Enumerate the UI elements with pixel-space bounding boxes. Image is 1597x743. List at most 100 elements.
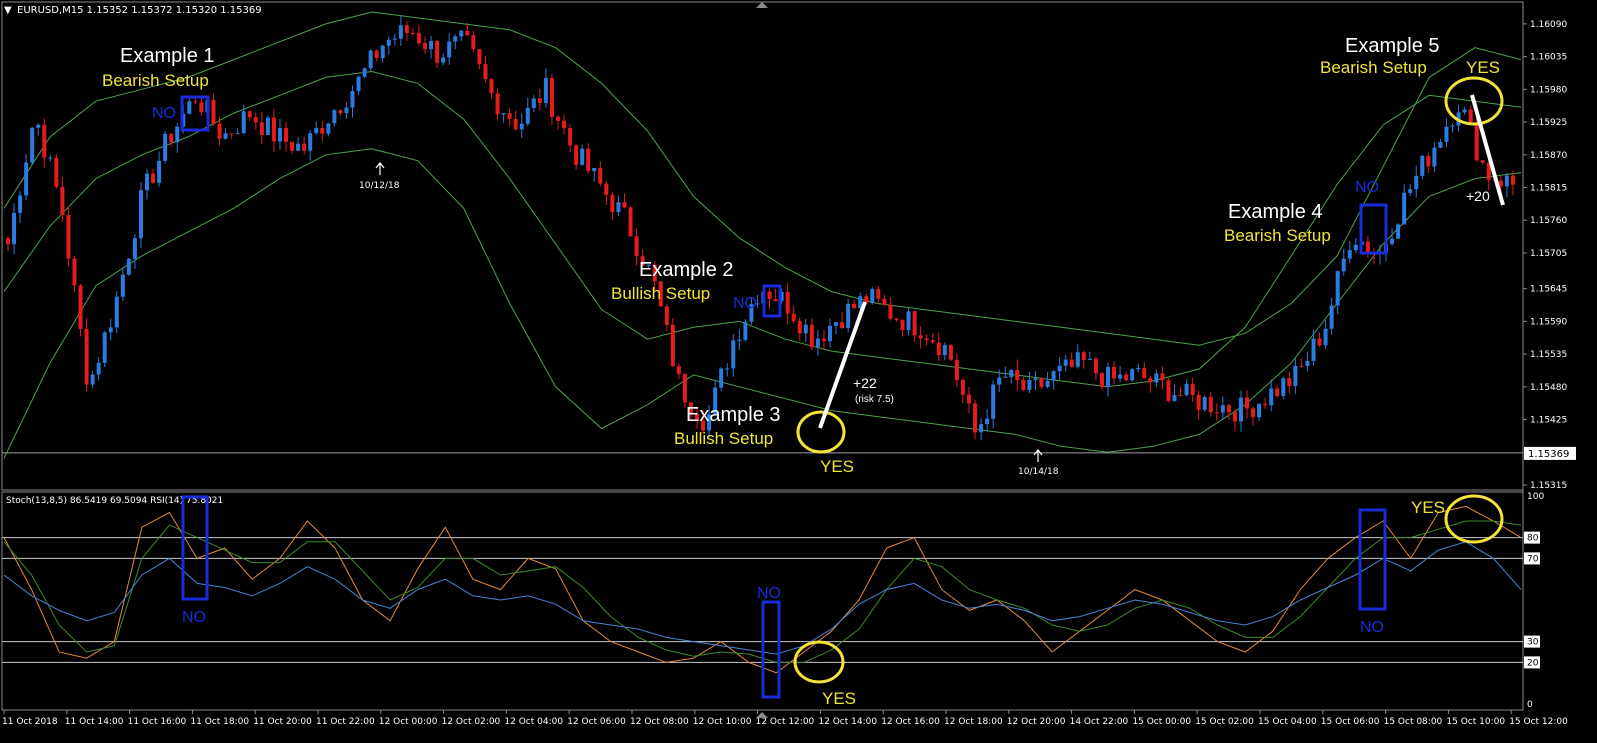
candle-body bbox=[628, 207, 633, 237]
candle-body bbox=[90, 374, 95, 385]
candle-body bbox=[1202, 397, 1207, 410]
candle-body bbox=[290, 141, 295, 151]
price-tick-label: 1.15870 bbox=[1530, 151, 1567, 161]
candle-body bbox=[1051, 371, 1056, 381]
candle-body bbox=[1220, 405, 1225, 413]
candle-body bbox=[791, 313, 796, 321]
candle-body bbox=[1069, 359, 1074, 367]
candle-body bbox=[108, 327, 113, 333]
example-5-gain: +20 bbox=[1466, 188, 1490, 204]
candle-body bbox=[1396, 224, 1401, 239]
stoch-mark-5: YES bbox=[1411, 498, 1445, 517]
candle-body bbox=[1287, 378, 1292, 386]
candle-body bbox=[356, 76, 361, 92]
stoch-mark-3: YES bbox=[822, 689, 856, 708]
candle-body bbox=[151, 173, 156, 183]
candle-body bbox=[483, 64, 488, 80]
candle-body bbox=[350, 91, 355, 108]
candle-body bbox=[622, 202, 627, 208]
candle-body bbox=[211, 99, 216, 124]
stoch-mark-2: NO bbox=[757, 585, 781, 602]
candle-body bbox=[96, 362, 101, 375]
price-tick-label: 1.15980 bbox=[1530, 85, 1567, 95]
candle-body bbox=[525, 107, 530, 124]
time-tick-label: 11 Oct 20:00 bbox=[253, 717, 312, 727]
candle-body bbox=[574, 145, 579, 165]
candle-body bbox=[531, 98, 536, 108]
candle-body bbox=[979, 424, 984, 433]
candle-body bbox=[120, 274, 125, 297]
example-1-mark: NO bbox=[152, 105, 176, 122]
candle-body bbox=[785, 291, 790, 314]
candle-body bbox=[102, 332, 107, 363]
candle-body bbox=[991, 384, 996, 419]
candle-body bbox=[519, 123, 524, 130]
candle-body bbox=[296, 143, 301, 151]
candle-body bbox=[846, 303, 851, 328]
candle-body bbox=[241, 111, 246, 134]
indicator-tick-label: 70 bbox=[1527, 554, 1539, 564]
chart-canvas[interactable]: 1.16090 1.16035 1.15980 1.15925 1.15870 1.158… bbox=[0, 0, 1597, 743]
candle-body bbox=[676, 366, 681, 375]
candle-body bbox=[930, 340, 935, 343]
candle-body bbox=[72, 258, 77, 286]
candle-body bbox=[924, 338, 929, 341]
indicator-tick-label: 20 bbox=[1527, 658, 1539, 668]
price-tick-label: 1.15815 bbox=[1530, 183, 1567, 193]
candle-body bbox=[1075, 352, 1080, 367]
candle-body bbox=[193, 101, 198, 103]
candle-body bbox=[942, 345, 947, 356]
candle-body bbox=[1311, 338, 1316, 361]
candle-body bbox=[670, 324, 675, 367]
candle-body bbox=[543, 78, 548, 104]
candle-body bbox=[302, 143, 307, 151]
time-tick-label: 14 Oct 22:00 bbox=[1070, 717, 1129, 727]
candle-body bbox=[1063, 359, 1068, 366]
stoch-mark-1: NO bbox=[182, 609, 206, 626]
example-3-mark: YES bbox=[820, 457, 854, 476]
candle-body bbox=[1329, 305, 1334, 329]
candle-body bbox=[36, 124, 41, 128]
candle-body bbox=[1009, 370, 1014, 377]
example-3-risk: (risk 7.5) bbox=[855, 394, 894, 405]
candle-body bbox=[1299, 365, 1304, 367]
candle-body bbox=[610, 194, 615, 213]
candle-body bbox=[1214, 412, 1219, 414]
candle-body bbox=[1269, 388, 1274, 406]
example-4-title: Example 4 bbox=[1228, 201, 1323, 223]
candle-body bbox=[163, 133, 168, 161]
candle-body bbox=[24, 162, 29, 196]
candle-body bbox=[1450, 125, 1455, 127]
example-5-mark: YES bbox=[1466, 58, 1500, 77]
candle-body bbox=[271, 117, 276, 142]
chart-background bbox=[0, 0, 1597, 743]
candle-body bbox=[18, 195, 23, 213]
mt4-chart-window: 1.16090 1.16035 1.15980 1.15925 1.15870 1.158… bbox=[0, 0, 1597, 743]
time-tick-label: 15 Oct 02:00 bbox=[1195, 717, 1254, 727]
example-2-title: Example 2 bbox=[639, 259, 734, 281]
candle-body bbox=[1432, 147, 1437, 167]
candle-body bbox=[253, 117, 258, 123]
candle-body bbox=[1136, 368, 1141, 370]
candle-body bbox=[1335, 271, 1340, 306]
price-tick-label: 1.15535 bbox=[1530, 350, 1567, 360]
candle-body bbox=[1033, 378, 1038, 381]
candle-body bbox=[852, 303, 857, 309]
candle-body bbox=[616, 202, 621, 213]
symbol-header: EURUSD,M15 1.15352 1.15372 1.15320 1.153… bbox=[17, 5, 262, 16]
candle-body bbox=[42, 124, 47, 158]
example-2-setup: Bullish Setup bbox=[611, 284, 710, 303]
candle-body bbox=[1003, 376, 1008, 378]
candle-body bbox=[175, 126, 180, 143]
candle-body bbox=[1414, 175, 1419, 190]
candle-body bbox=[556, 116, 561, 121]
candle-body bbox=[380, 45, 385, 59]
candle-body bbox=[368, 50, 373, 69]
candle-body bbox=[1468, 109, 1473, 123]
candle-body bbox=[1099, 373, 1104, 388]
candle-body bbox=[1208, 397, 1213, 413]
candle-body bbox=[12, 212, 17, 245]
date-marker-label-2: 10/14/18 bbox=[1018, 467, 1059, 477]
candle-body bbox=[797, 320, 802, 334]
dropdown-arrow-icon[interactable]: ▼ bbox=[4, 5, 12, 16]
